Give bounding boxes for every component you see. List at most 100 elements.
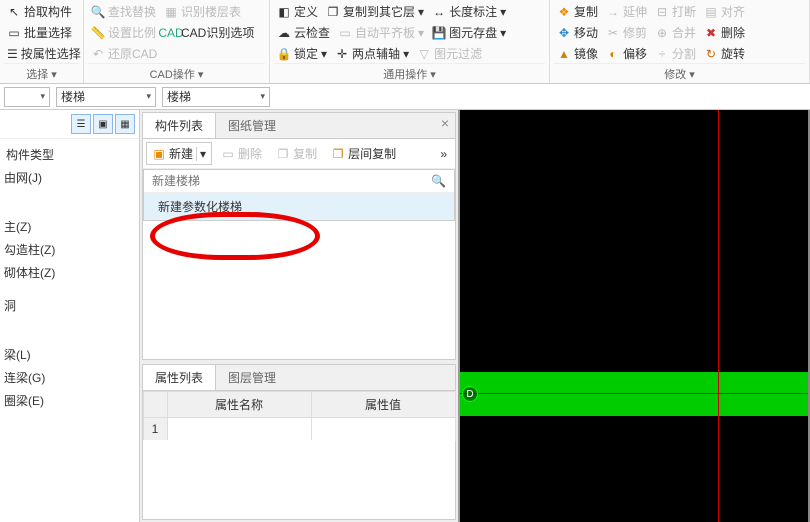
image-save-button[interactable]: 💾图元存盘 ▾ [429,23,509,42]
set-scale-button: 📏设置比例 [88,23,159,42]
tree-item-quanliang[interactable]: 圈梁(E) [0,389,139,412]
rotate-icon: ↻ [704,47,718,61]
rotate-button[interactable]: ↻旋转 [701,44,748,63]
recognize-floor-button: ▦识别楼层表 [161,2,244,21]
define-icon: ◧ [277,5,291,19]
mirror-button[interactable]: ▲镜像 [554,44,601,63]
center-panels: 构件列表 图纸管理 × ▣新建 ▾ ▭删除 ❐复制 ❐层间复制 » 🔍 新建参数… [140,110,458,522]
find-replace-button: 🔍查找替换 [88,2,159,21]
image-filter-button: ▽图元过滤 [414,44,485,63]
attr-cell-value[interactable] [311,417,456,441]
component-tree[interactable]: 构件类型 由网(J) 主(Z) 勾造柱(Z) 砌体柱(Z) 洞 梁(L) 连梁(… [0,139,139,522]
copy-button[interactable]: ❖复制 [554,2,601,21]
axis-horizontal [460,393,810,394]
move-icon: ✥ [557,26,571,40]
tab-drawing-mgmt[interactable]: 图纸管理 [216,113,288,138]
tree-item-lianliang[interactable]: 连梁(G) [0,366,139,389]
nav-tool-3[interactable]: ▦ [115,114,135,134]
offset-icon: ◐ [606,47,620,61]
multi-select-icon: ▭ [7,26,21,40]
dropdown-item-param-stair[interactable]: 新建参数化楼梯 [144,193,454,220]
ribbon-toolbar: ↖拾取构件 ▭批量选择 ☰按属性选择 选择 ▾ 🔍查找替换 ▦识别楼层表 📏设置… [0,0,810,84]
ruler-icon: 📏 [91,26,105,40]
lock-button[interactable]: 🔒锁定 ▾ [274,44,330,63]
two-aux-axis-button[interactable]: ✛两点辅轴 ▾ [332,44,412,63]
align-icon: ▤ [704,5,718,19]
delete-button[interactable]: ✖删除 [701,23,748,42]
tree-item-qt[interactable]: 砌体柱(Z) [0,261,139,284]
axis-icon: ✛ [335,47,349,61]
select-by-attr-button[interactable]: ☰按属性选择 [4,44,79,63]
new-dropdown: 🔍 新建参数化楼梯 [143,169,455,221]
new-icon: ▣ [152,147,166,161]
merge-button: ⊕合并 [652,23,699,42]
define-button[interactable]: ◧定义 [274,2,321,21]
table-icon: ▦ [164,5,178,19]
save-icon: 💾 [432,26,446,40]
chevron-down-icon: ▾ [260,91,265,102]
left-sidebar: ☰ ▣ ▦ 构件类型 由网(J) 主(Z) 勾造柱(Z) 砌体柱(Z) 洞 梁(… [0,110,140,522]
drawing-viewport[interactable]: D [458,110,810,522]
cloud-check-button[interactable]: ☁云检查 [274,23,333,42]
move-button[interactable]: ✥移动 [554,23,601,42]
batch-select-button[interactable]: ▭批量选择 [4,23,79,42]
break-button: ⊟打断 [652,2,699,21]
offset-button[interactable]: ◐偏移 [603,44,650,63]
attr-col-name: 属性名称 [167,391,312,418]
cad-options-button[interactable]: CADCAD识别选项 [161,23,257,42]
new-button[interactable]: ▣新建 ▾ [146,142,212,165]
nav-tool-1[interactable]: ☰ [71,114,91,134]
cad-icon: CAD [164,26,178,40]
copy-component-button: ❐复制 [271,143,322,164]
auto-plate-button: ▭自动平齐板 ▾ [335,23,427,42]
length-dim-button[interactable]: ↔长度标注 ▾ [429,2,509,21]
search-icon[interactable]: 🔍 [431,174,446,188]
attribute-panel: 属性列表 图层管理 属性名称 属性值 1 [142,364,456,520]
selector-component[interactable]: 楼梯▾ [162,87,270,107]
tree-item-z[interactable]: 主(Z) [0,215,139,238]
mirror-icon: ▲ [557,47,571,61]
attr-col-value: 属性值 [311,391,456,418]
tree-item-dong[interactable]: 洞 [0,294,139,317]
merge-icon: ⊕ [655,26,669,40]
layers-icon: ❐ [326,5,340,19]
chevron-down-icon: ▾ [40,91,45,102]
measure-icon: ↔ [432,5,446,19]
delete-component-button: ▭删除 [216,143,267,164]
extend-icon: → [606,5,620,19]
tab-attr-list[interactable]: 属性列表 [143,365,216,390]
main-area: ☰ ▣ ▦ 构件类型 由网(J) 主(Z) 勾造柱(Z) 砌体柱(Z) 洞 梁(… [0,110,810,522]
dropdown-search-input[interactable] [152,174,431,188]
attr-cell-name[interactable] [167,417,312,441]
attribute-grid[interactable]: 属性名称 属性值 1 [143,391,455,440]
cursor-icon: ↖ [7,5,21,19]
more-button[interactable]: » [435,145,452,163]
extend-button: →延伸 [603,2,650,21]
tree-header: 构件类型 [0,143,139,166]
pick-component-button[interactable]: ↖拾取构件 [4,2,79,21]
restore-cad-button: ↶还原CAD [88,44,160,63]
axis-vertical [718,110,719,522]
selector-floor[interactable]: 楼梯▾ [56,87,156,107]
nav-tool-2[interactable]: ▣ [93,114,113,134]
tree-item-axis[interactable]: 由网(J) [0,166,139,189]
axis-marker-d[interactable]: D [462,386,478,402]
split-icon: ÷ [655,47,669,61]
tab-component-list[interactable]: 构件列表 [143,113,216,138]
layer-copy-button[interactable]: ❐层间复制 [326,143,401,164]
undo-icon: ↶ [91,47,105,61]
selector-1[interactable]: ▾ [4,87,50,107]
plate-icon: ▭ [338,26,352,40]
chevron-down-icon: ▾ [146,91,151,102]
align-button: ▤对齐 [701,2,748,21]
list-icon: ☰ [7,47,18,61]
attr-row-number: 1 [143,417,168,441]
layers-icon: ❐ [331,147,345,161]
component-list-panel: 构件列表 图纸管理 × ▣新建 ▾ ▭删除 ❐复制 ❐层间复制 » 🔍 新建参数… [142,112,456,360]
close-icon[interactable]: × [441,115,449,131]
tree-item-liang[interactable]: 梁(L) [0,343,139,366]
break-icon: ⊟ [655,5,669,19]
tree-item-gz[interactable]: 勾造柱(Z) [0,238,139,261]
tab-layer-mgmt[interactable]: 图层管理 [216,365,288,390]
copy-to-layer-button[interactable]: ❐复制到其它层 ▾ [323,2,427,21]
